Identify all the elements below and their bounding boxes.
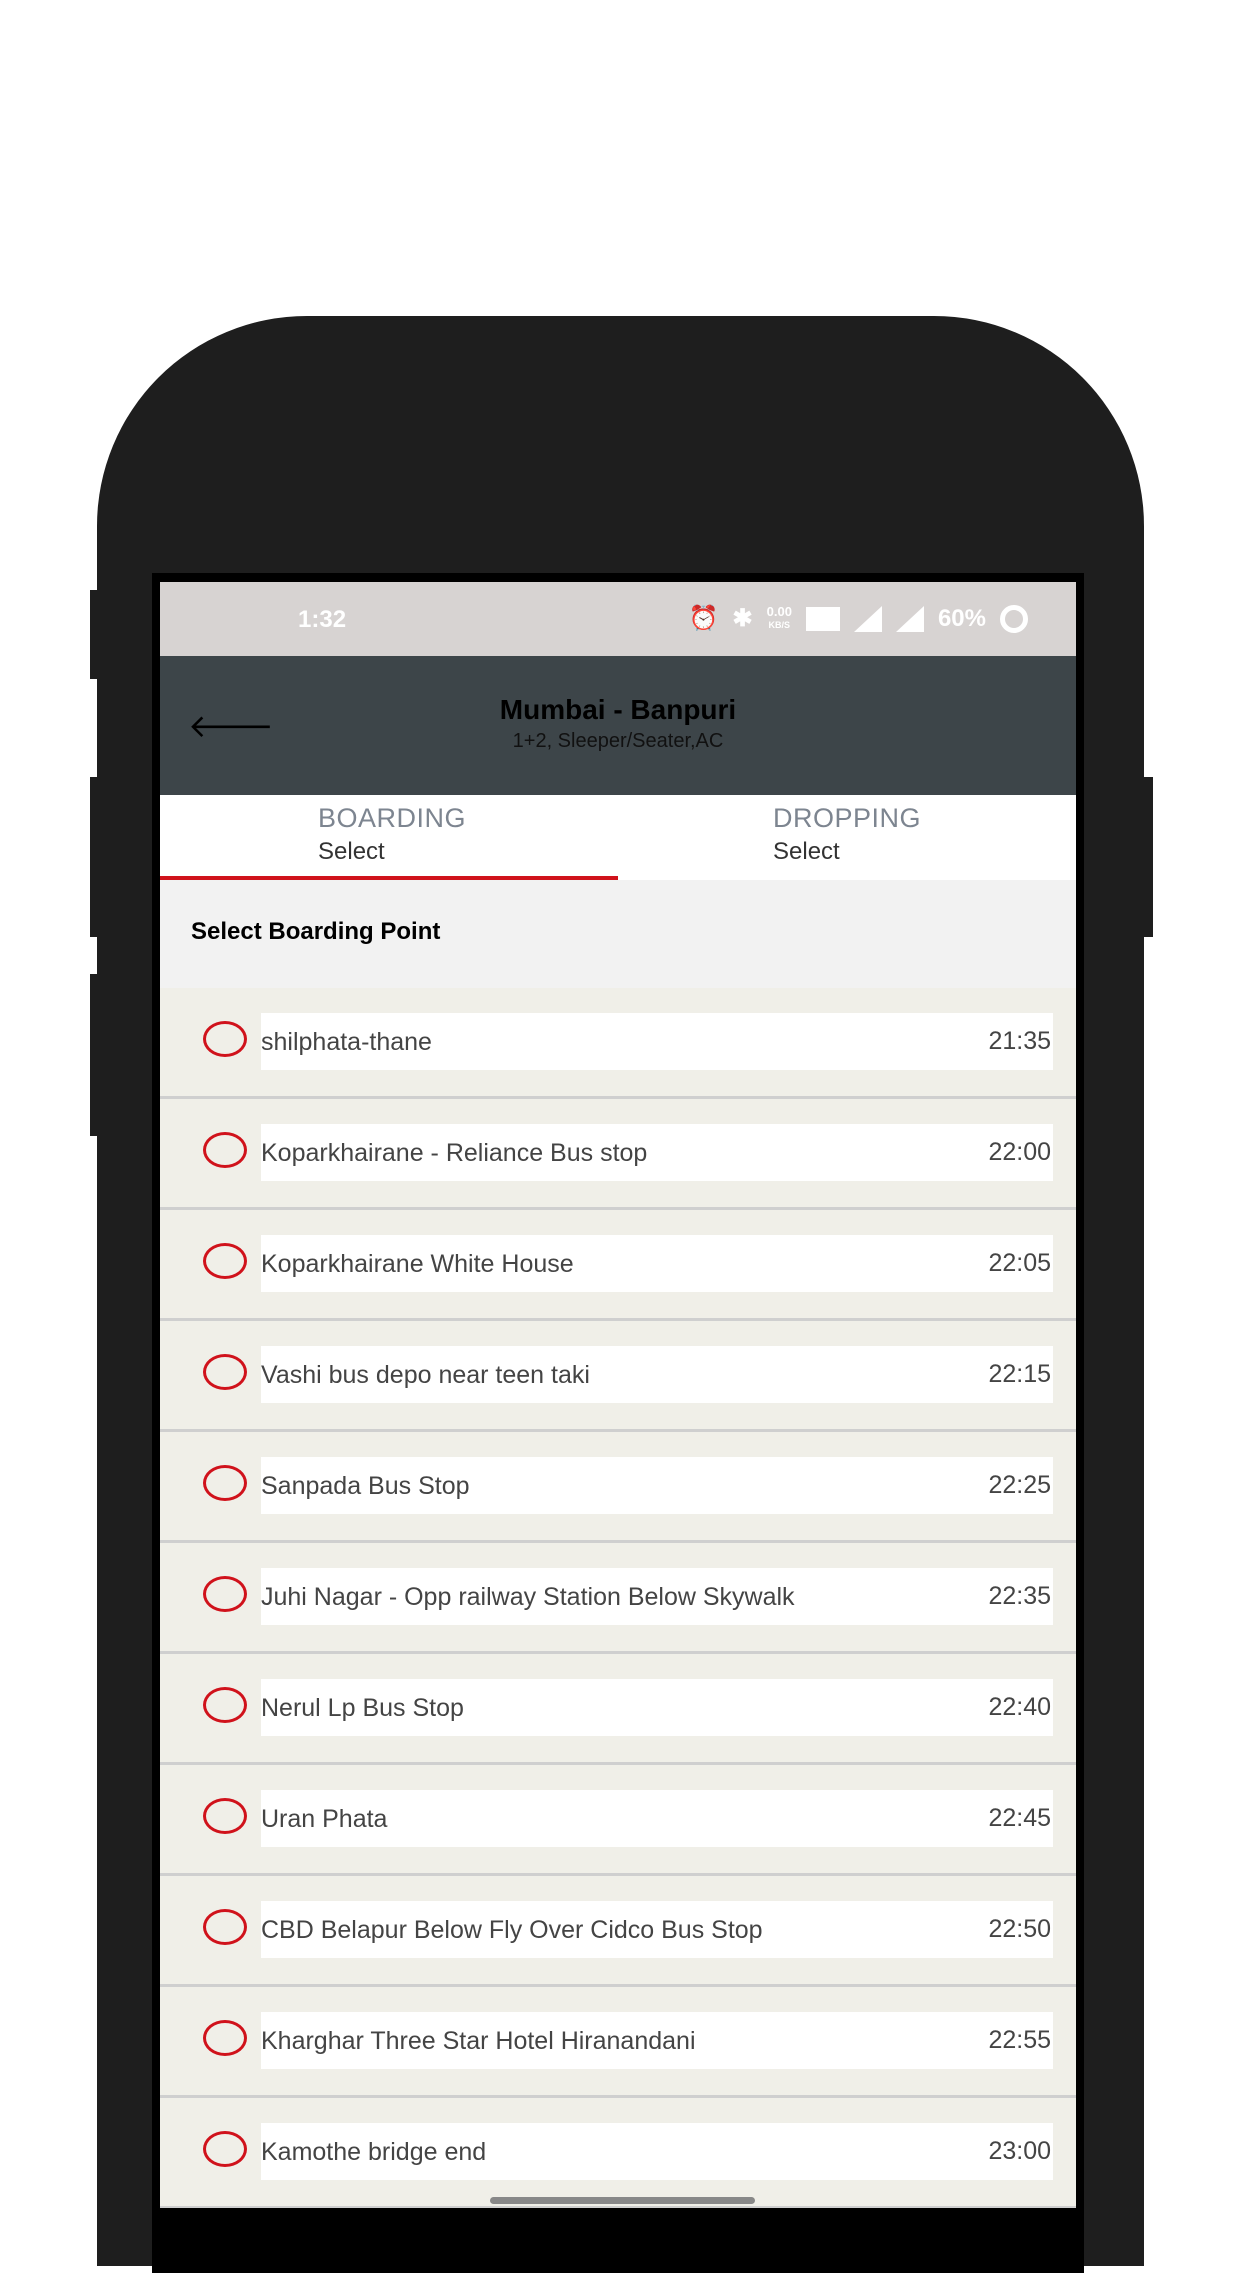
- back-arrow-icon[interactable]: 🡐: [188, 706, 274, 745]
- tab-dropping-value: Select: [773, 838, 840, 865]
- boarding-point-row[interactable]: Juhi Nagar - Opp railway Station Below S…: [160, 1543, 1076, 1654]
- phone-side-button: [1143, 777, 1153, 937]
- boarding-point-row[interactable]: Kamothe bridge end 23:00: [160, 2098, 1076, 2208]
- net-speed: 0.00 KB/S: [766, 604, 792, 631]
- status-bar: 1:32 ⏰ ✱ 0.00 KB/S 60%: [160, 582, 1076, 656]
- radio-button[interactable]: [203, 1798, 247, 1834]
- bus-type: 1+2, Sleeper/Seater,AC: [512, 730, 724, 752]
- boarding-point-card[interactable]: Juhi Nagar - Opp railway Station Below S…: [261, 1568, 1053, 1625]
- boarding-point-card[interactable]: Nerul Lp Bus Stop 22:40: [261, 1679, 1053, 1736]
- boarding-point-name: Koparkhairane White House: [261, 1249, 574, 1278]
- battery-icon: [1000, 604, 1028, 633]
- boarding-point-row[interactable]: Koparkhairane White House 22:05: [160, 1210, 1076, 1321]
- alarm-icon: ⏰: [688, 605, 719, 632]
- boarding-point-card[interactable]: Koparkhairane White House 22:05: [261, 1235, 1053, 1292]
- boarding-time: 22:05: [988, 1249, 1051, 1277]
- boarding-time: 22:55: [988, 2026, 1051, 2054]
- boarding-point-row[interactable]: Koparkhairane - Reliance Bus stop 22:00: [160, 1099, 1076, 1210]
- status-time: 1:32: [298, 606, 347, 633]
- boarding-point-row[interactable]: Vashi bus depo near teen taki 22:15: [160, 1321, 1076, 1432]
- radio-button[interactable]: [203, 1687, 247, 1723]
- phone-side-button: [90, 590, 98, 679]
- boarding-point-name: Sanpada Bus Stop: [261, 1471, 470, 1500]
- bluetooth-icon: ✱: [732, 605, 753, 632]
- section-title: Select Boarding Point: [191, 918, 441, 945]
- boarding-point-card[interactable]: Koparkhairane - Reliance Bus stop 22:00: [261, 1124, 1053, 1181]
- boarding-point-row[interactable]: CBD Belapur Below Fly Over Cidco Bus Sto…: [160, 1876, 1076, 1987]
- boarding-time: 22:35: [988, 1582, 1051, 1610]
- phone-side-button: [90, 777, 98, 937]
- radio-button[interactable]: [203, 1354, 247, 1390]
- signal-icon: [895, 605, 924, 632]
- boarding-point-row[interactable]: Kharghar Three Star Hotel Hiranandani 22:…: [160, 1987, 1076, 2098]
- boarding-point-name: shilphata-thane: [261, 1027, 432, 1056]
- route-title: Mumbai - Banpuri: [499, 694, 737, 725]
- boarding-time: 22:25: [988, 1471, 1051, 1499]
- boarding-point-list: shilphata-thane 21:35 Koparkhairane - Reli…: [160, 988, 1076, 2208]
- tab-boarding-label: BOARDING: [318, 803, 467, 833]
- radio-button[interactable]: [203, 2020, 247, 2056]
- radio-button[interactable]: [203, 1576, 247, 1612]
- boarding-point-row[interactable]: shilphata-thane 21:35: [160, 988, 1076, 1099]
- boarding-point-card[interactable]: Kharghar Three Star Hotel Hiranandani 22:…: [261, 2012, 1053, 2069]
- boarding-time: 22:15: [988, 1360, 1051, 1388]
- radio-button[interactable]: [203, 1909, 247, 1945]
- boarding-time: 23:00: [988, 2137, 1051, 2165]
- radio-button[interactable]: [203, 2131, 247, 2167]
- tab-boarding-value: Select: [318, 838, 385, 865]
- boarding-point-name: Koparkhairane - Reliance Bus stop: [261, 1138, 648, 1167]
- boarding-point-row[interactable]: Uran Phata 22:45: [160, 1765, 1076, 1876]
- tab-boarding[interactable]: BOARDING Select: [160, 795, 618, 880]
- boarding-point-card[interactable]: CBD Belapur Below Fly Over Cidco Bus Sto…: [261, 1901, 1053, 1958]
- boarding-point-name: Uran Phata: [261, 1804, 388, 1833]
- phone-side-button: [90, 974, 98, 1136]
- radio-button[interactable]: [203, 1465, 247, 1501]
- boarding-point-name: Kamothe bridge end: [261, 2137, 487, 2166]
- boarding-time: 22:50: [988, 1915, 1051, 1943]
- tab-dropping[interactable]: DROPPING Select: [618, 795, 1076, 880]
- boarding-point-row[interactable]: Sanpada Bus Stop 22:25: [160, 1432, 1076, 1543]
- boarding-point-name: Kharghar Three Star Hotel Hiranandani: [261, 2026, 696, 2055]
- radio-button[interactable]: [203, 1132, 247, 1168]
- boarding-time: 22:40: [988, 1693, 1051, 1721]
- net-speed-unit: KB/S: [768, 620, 791, 630]
- boarding-time: 21:35: [988, 1027, 1051, 1055]
- boarding-point-card[interactable]: Uran Phata 22:45: [261, 1790, 1053, 1847]
- boarding-point-card[interactable]: shilphata-thane 21:35: [261, 1013, 1053, 1070]
- boarding-point-row[interactable]: Nerul Lp Bus Stop 22:40: [160, 1654, 1076, 1765]
- app-screen: 1:32 ⏰ ✱ 0.00 KB/S 60% 🡐 Mumbai - Banpuri…: [160, 582, 1076, 2208]
- net-speed-value: 0.00: [766, 604, 792, 619]
- boarding-point-card[interactable]: Kamothe bridge end 23:00: [261, 2123, 1053, 2180]
- boarding-point-name: Vashi bus depo near teen taki: [261, 1360, 590, 1389]
- radio-button[interactable]: [203, 1021, 247, 1057]
- boarding-point-name: CBD Belapur Below Fly Over Cidco Bus Sto…: [261, 1915, 763, 1944]
- battery-percent: 60%: [937, 604, 986, 632]
- signal-4g-icon: [853, 605, 882, 632]
- app-header: 🡐 Mumbai - Banpuri 1+2, Sleeper/Seater,A…: [160, 656, 1076, 795]
- boarding-point-card[interactable]: Vashi bus depo near teen taki 22:15: [261, 1346, 1053, 1403]
- boarding-point-name: Juhi Nagar - Opp railway Station Below S…: [261, 1582, 795, 1611]
- boarding-time: 22:45: [988, 1804, 1051, 1832]
- boarding-point-name: Nerul Lp Bus Stop: [261, 1693, 464, 1722]
- tab-dropping-label: DROPPING: [773, 803, 922, 833]
- volte-icon: [805, 606, 840, 631]
- boarding-time: 22:00: [988, 1138, 1051, 1166]
- radio-button[interactable]: [203, 1243, 247, 1279]
- tab-bar: BOARDING Select DROPPING Select: [160, 795, 1076, 880]
- home-indicator[interactable]: [490, 2197, 755, 2204]
- boarding-point-card[interactable]: Sanpada Bus Stop 22:25: [261, 1457, 1053, 1514]
